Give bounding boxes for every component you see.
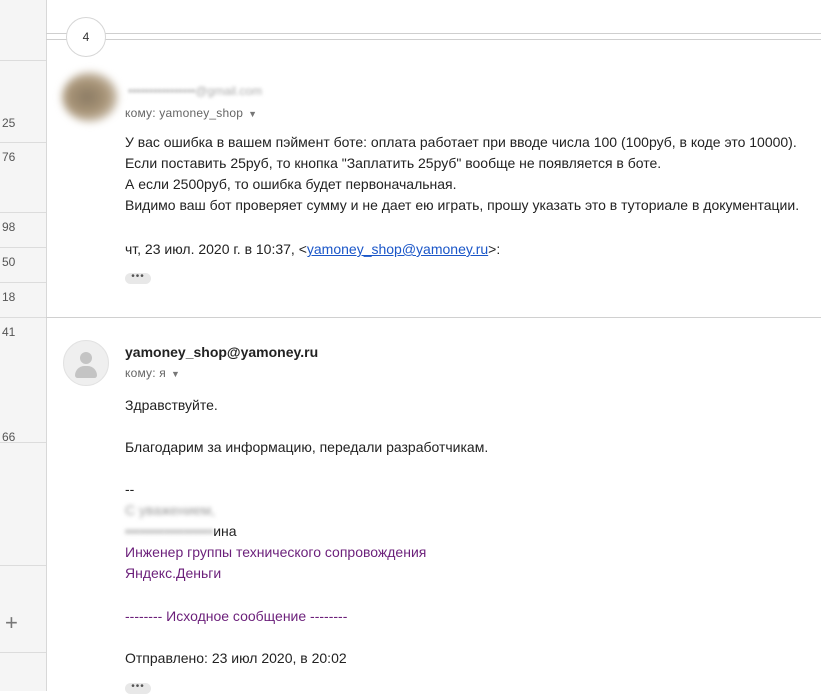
collapsed-messages-badge[interactable]: 4 [66, 17, 106, 57]
rail-number: 98 [2, 220, 16, 234]
rail-divider [0, 142, 46, 143]
thread-collapsed-line [46, 33, 821, 34]
message-divider [46, 317, 821, 318]
rail-divider [0, 442, 46, 443]
recipient-line[interactable]: кому: yamoney_shop ▼ [125, 106, 257, 120]
body-line: Видимо ваш бот проверяет сумму и не дает… [125, 197, 800, 213]
show-trimmed-content-button[interactable]: ••• [125, 682, 151, 694]
quote-email-link[interactable]: yamoney_shop@yamoney.ru [307, 241, 488, 257]
signature-company: Яндекс.Деньги [125, 565, 222, 581]
signature-name: ••••••••••••••••••ина [125, 521, 237, 542]
sent-date-line: Отправлено: 23 июл 2020, в 20:02 [125, 650, 347, 666]
collapsed-count: 4 [82, 30, 90, 44]
quote-header: чт, 23 июл. 2020 г. в 10:37, <yamoney_sh… [125, 239, 500, 260]
body-line: У вас ошибка в вашем пэймент боте: оплат… [125, 134, 797, 150]
sender-email[interactable]: ••••••••••••••••@gmail.com [128, 84, 262, 98]
chevron-down-icon[interactable]: ▼ [171, 369, 180, 379]
sender-email[interactable]: yamoney_shop@yamoney.ru [125, 344, 318, 360]
signature-dashes: -- [125, 481, 135, 497]
body-line: А если 2500руб, то ошибка будет первонач… [125, 176, 457, 192]
rail-divider [0, 247, 46, 248]
quote-prefix: чт, 23 июл. 2020 г. в 10:37, < [125, 241, 307, 257]
avatar[interactable] [62, 72, 118, 122]
left-rail: 25 76 98 50 18 41 66 + [0, 0, 47, 691]
signature-regards: С уважением, [125, 502, 216, 518]
signature-name-suffix: ина [213, 523, 237, 539]
person-icon [80, 352, 92, 364]
original-message-header: -------- Исходное сообщение -------- [125, 608, 348, 624]
signature-role: Инженер группы технического сопровождени… [125, 544, 427, 560]
message-body: У вас ошибка в вашем пэймент боте: оплат… [125, 132, 799, 216]
recipient-label: кому: я [125, 366, 167, 380]
person-icon-body [75, 366, 97, 378]
rail-number: 18 [2, 290, 16, 304]
rail-number: 41 [2, 325, 16, 339]
body-line: Если поставить 25руб, то кнопка "Заплати… [125, 155, 662, 171]
rail-divider [0, 282, 46, 283]
thanks-text: Благодарим за информацию, передали разра… [125, 439, 489, 455]
chevron-down-icon[interactable]: ▼ [248, 109, 257, 119]
avatar[interactable] [63, 340, 109, 386]
greeting: Здравствуйте. [125, 397, 218, 413]
rail-number: 50 [2, 255, 16, 269]
rail-divider [0, 565, 46, 566]
recipient-label: кому: yamoney_shop [125, 106, 244, 120]
quote-suffix: >: [488, 241, 501, 257]
recipient-line[interactable]: кому: я ▼ [125, 366, 180, 380]
show-trimmed-content-button[interactable]: ••• [125, 272, 151, 284]
rail-divider [0, 317, 46, 318]
rail-divider [0, 212, 46, 213]
signature-name-blurred: •••••••••••••••••• [125, 523, 214, 539]
thread-collapsed-line [46, 39, 821, 40]
rail-divider [0, 652, 46, 653]
plus-icon[interactable]: + [5, 612, 18, 634]
rail-number: 25 [2, 116, 16, 130]
rail-divider [0, 60, 46, 61]
rail-number: 76 [2, 150, 16, 164]
